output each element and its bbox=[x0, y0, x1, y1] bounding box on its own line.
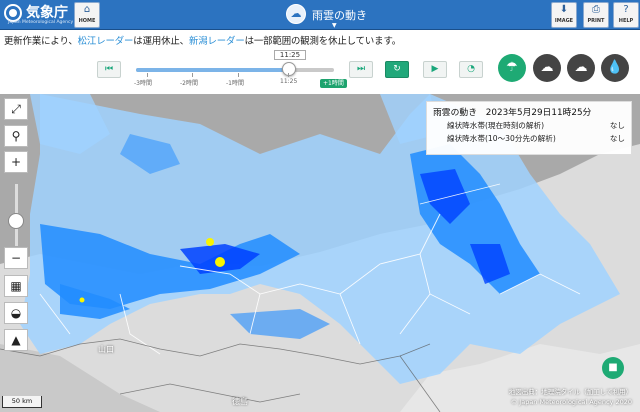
niigata-radar-link[interactable]: 新潟レーダー bbox=[189, 36, 245, 47]
skip-end-icon: ⏭ bbox=[356, 64, 366, 74]
location-pin-icon: ⚲ bbox=[11, 129, 21, 143]
zoom-in-button[interactable]: + bbox=[4, 151, 28, 173]
water-layer-button[interactable]: ◒ bbox=[4, 302, 28, 324]
tick-mark bbox=[288, 73, 289, 77]
play-button[interactable]: ▶ bbox=[423, 61, 447, 78]
tornado-layer-button[interactable]: ☁ bbox=[567, 54, 595, 82]
chat-icon: ■ bbox=[608, 362, 618, 373]
rain-cloud-icon: ☂ bbox=[506, 60, 518, 75]
expand-icon: ⤢ bbox=[11, 102, 21, 116]
tick-mark bbox=[238, 73, 239, 77]
legend-title: 雨雲の動き 2023年5月29日11時25分 bbox=[433, 108, 592, 118]
printer-icon: ⎙ bbox=[592, 4, 600, 15]
fullscreen-button[interactable]: ⤢ bbox=[4, 98, 28, 120]
plus-icon: + bbox=[10, 155, 22, 169]
tick-mark bbox=[192, 73, 193, 77]
mountain-icon: ▲ bbox=[11, 333, 21, 347]
plus-one-hour-badge[interactable]: +1時間 bbox=[320, 79, 347, 88]
tick-label: -3時間 bbox=[134, 80, 152, 87]
map-layer-button[interactable]: ▦ bbox=[4, 275, 28, 297]
rain-cloud-layer-button[interactable]: ☂ bbox=[498, 54, 526, 82]
drop-outline-icon: ◒ bbox=[10, 306, 22, 320]
maintenance-notice: 更新作業により、松江レーダーは運用休止、新潟レーダーは一部範囲の観測を休止してい… bbox=[4, 36, 402, 47]
map-scale: 50 km bbox=[2, 396, 42, 408]
tick-mark bbox=[147, 73, 148, 77]
map-place-label: 徳島 bbox=[232, 397, 248, 406]
print-button[interactable]: ⎙ PRINT bbox=[583, 2, 609, 28]
raindrop-icon: 💧 bbox=[606, 60, 624, 75]
home-icon: ⌂ bbox=[83, 4, 91, 15]
speedometer-icon: ◔ bbox=[467, 64, 475, 74]
skip-to-end-button[interactable]: ⏭ bbox=[349, 61, 373, 78]
latest-time-button[interactable]: ↻ bbox=[385, 61, 409, 78]
time-slider-fill bbox=[136, 68, 288, 72]
zoom-out-button[interactable]: − bbox=[4, 247, 28, 269]
copyright-text: © Japan Meteorological Agency 2020 bbox=[510, 398, 632, 406]
skip-start-icon: ⏮ bbox=[104, 64, 114, 74]
home-button[interactable]: ⌂ HOME bbox=[74, 2, 100, 28]
zoom-slider-handle[interactable] bbox=[8, 213, 24, 229]
page-title-text: 雨雲の動き bbox=[312, 9, 367, 22]
current-location-button[interactable]: ⚲ bbox=[4, 125, 28, 147]
logo-subtitle: Japan Meteorological Agency bbox=[8, 20, 74, 25]
skip-to-start-button[interactable]: ⏮ bbox=[97, 61, 121, 78]
legend-row: 線状降水帯(現在時刻の解析) なし bbox=[447, 121, 625, 130]
time-slider[interactable] bbox=[136, 68, 334, 72]
question-icon: ? bbox=[623, 4, 629, 15]
rain-drop-layer-button[interactable]: 💧 bbox=[601, 54, 629, 82]
help-button[interactable]: ? HELP bbox=[613, 2, 639, 28]
tick-label: -1時間 bbox=[226, 80, 244, 87]
rain-cloud-icon: ☁ bbox=[286, 4, 306, 24]
map-place-label: 山口 bbox=[98, 345, 114, 354]
header-bar: 気象庁 Japan Meteorological Agency ⌂ HOME ☁… bbox=[0, 0, 640, 30]
logo-text: 気象庁 bbox=[26, 5, 68, 21]
time-slider-handle[interactable] bbox=[282, 62, 296, 76]
tick-label: 11:25 bbox=[280, 78, 298, 85]
download-icon: ⬇ bbox=[559, 4, 569, 15]
lightning-cloud-icon: ☁ bbox=[540, 60, 554, 75]
terrain-layer-button[interactable]: ▲ bbox=[4, 329, 28, 351]
tornado-cloud-icon: ☁ bbox=[574, 60, 588, 75]
minus-icon: − bbox=[10, 251, 22, 265]
map-legend: 雨雲の動き 2023年5月29日11時25分 線状降水帯(現在時刻の解析) なし… bbox=[426, 101, 632, 155]
speed-button[interactable]: ◔ bbox=[459, 61, 483, 78]
map-icon: ▦ bbox=[10, 279, 22, 293]
chat-button[interactable]: ■ bbox=[602, 357, 624, 379]
play-icon: ▶ bbox=[431, 64, 439, 74]
matsue-radar-link[interactable]: 松江レーダー bbox=[78, 36, 134, 47]
map-credit[interactable]: 地図出典：地理院タイル（加工して利用） bbox=[509, 386, 632, 396]
image-button[interactable]: ⬇ IMAGE bbox=[551, 2, 577, 28]
refresh-icon: ↻ bbox=[393, 64, 401, 74]
tick-label: -2時間 bbox=[180, 80, 198, 87]
current-time-label: 11:25 bbox=[274, 50, 306, 60]
chevron-down-icon: ▼ bbox=[332, 22, 337, 29]
thunder-layer-button[interactable]: ☁ bbox=[533, 54, 561, 82]
legend-row: 線状降水帯(10～30分先の解析) なし bbox=[447, 134, 625, 143]
jma-logo[interactable]: 気象庁 Japan Meteorological Agency bbox=[4, 3, 74, 27]
